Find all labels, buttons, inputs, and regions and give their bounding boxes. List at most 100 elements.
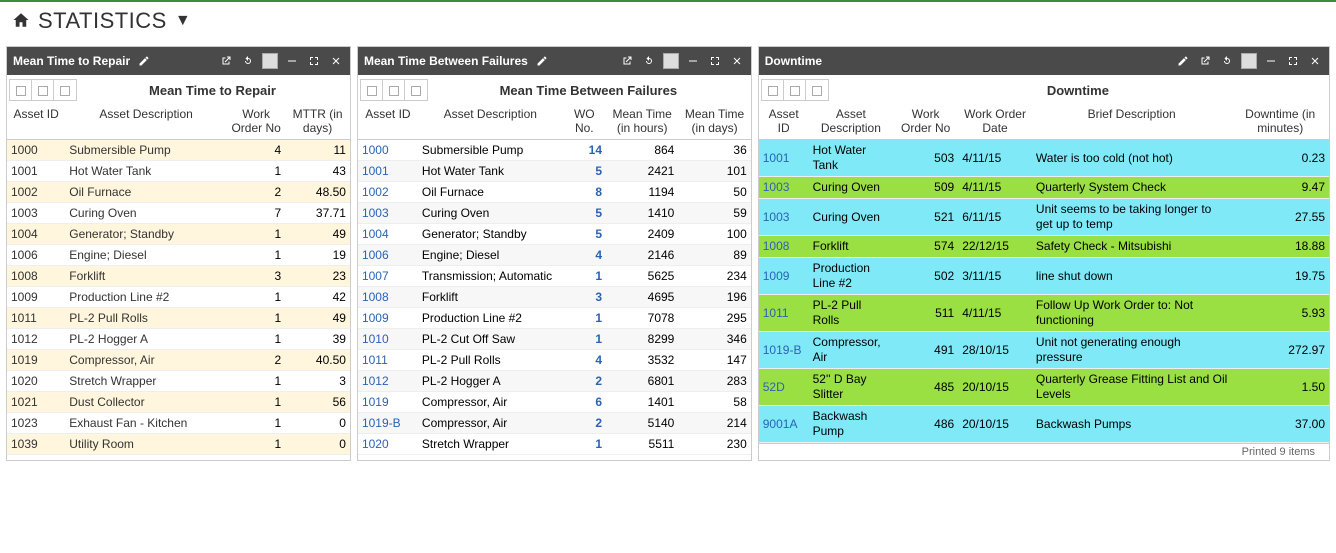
- table-row[interactable]: 52D52'' D Bay Slitter48520/10/15Quarterl…: [759, 369, 1329, 406]
- col-mttr[interactable]: MTTR (in days): [285, 103, 350, 140]
- cell-asset-id[interactable]: 1012: [358, 371, 418, 392]
- expand-icon[interactable]: [306, 53, 322, 69]
- tiny-button[interactable]: [32, 80, 54, 100]
- table-row[interactable]: 1019-BCompressor, Air49128/10/15Unit not…: [759, 332, 1329, 369]
- table-row[interactable]: 1001Hot Water Tank5034/11/15Water is too…: [759, 140, 1329, 177]
- table-row[interactable]: 1009Production Line #25023/11/15line shu…: [759, 258, 1329, 295]
- table-row[interactable]: 1003Curing Oven5094/11/15Quarterly Syste…: [759, 177, 1329, 199]
- popout-icon[interactable]: [218, 53, 234, 69]
- col-asset-desc[interactable]: Asset Description: [65, 103, 227, 140]
- col-brief[interactable]: Brief Description: [1032, 103, 1231, 140]
- expand-icon[interactable]: [707, 53, 723, 69]
- col-asset-desc[interactable]: Asset Description: [809, 103, 894, 140]
- cell-asset-id[interactable]: 1011: [759, 295, 809, 332]
- cell-wo[interactable]: 6: [563, 392, 606, 413]
- close-icon[interactable]: [729, 53, 745, 69]
- table-row[interactable]: 1020Stretch Wrapper15511230: [358, 434, 751, 455]
- downtime-table-wrap[interactable]: Asset ID Asset Description Work Order No…: [759, 103, 1329, 443]
- tiny-button[interactable]: [784, 80, 806, 100]
- cell-asset-id[interactable]: 1011: [358, 350, 418, 371]
- cell-wo[interactable]: 1: [563, 266, 606, 287]
- table-row[interactable]: 1003Curing Oven737.71: [7, 203, 350, 224]
- pencil-icon[interactable]: [1175, 53, 1191, 69]
- table-row[interactable]: 1019-BCompressor, Air25140214: [358, 413, 751, 434]
- cell-asset-id[interactable]: 1003: [759, 199, 809, 236]
- table-row[interactable]: 1008Forklift34695196: [358, 287, 751, 308]
- refresh-icon[interactable]: [240, 53, 256, 69]
- col-asset-desc[interactable]: Asset Description: [418, 103, 563, 140]
- table-row[interactable]: 1019Compressor, Air6140158: [358, 392, 751, 413]
- cell-asset-id[interactable]: 1000: [358, 140, 418, 161]
- col-wo[interactable]: WO No.: [563, 103, 606, 140]
- cell-asset-id[interactable]: 52D: [759, 369, 809, 406]
- cell-asset-id[interactable]: 1007: [358, 266, 418, 287]
- tiny-button[interactable]: [806, 80, 828, 100]
- table-row[interactable]: 9001ABackwash Pump48620/10/15Backwash Pu…: [759, 406, 1329, 443]
- cell-asset-id[interactable]: 1009: [358, 308, 418, 329]
- table-row[interactable]: 1001Hot Water Tank143: [7, 161, 350, 182]
- cell-wo[interactable]: 3: [563, 287, 606, 308]
- cell-asset-id[interactable]: 1003: [358, 203, 418, 224]
- cell-asset-id[interactable]: 1010: [358, 329, 418, 350]
- table-row[interactable]: 1003Curing Oven5216/11/15Unit seems to b…: [759, 199, 1329, 236]
- color-swatch[interactable]: [663, 53, 679, 69]
- table-row[interactable]: 1008Forklift323: [7, 266, 350, 287]
- table-row[interactable]: 1021Dust Collector156: [7, 392, 350, 413]
- table-row[interactable]: 1011PL-2 Pull Rolls149: [7, 308, 350, 329]
- minimize-icon[interactable]: [1263, 53, 1279, 69]
- cell-asset-id[interactable]: 1001: [358, 161, 418, 182]
- table-row[interactable]: 1023Exhaust Fan - Kitchen10: [7, 413, 350, 434]
- table-row[interactable]: 1012PL-2 Hogger A139: [7, 329, 350, 350]
- table-row[interactable]: 1004Generator; Standby149: [7, 224, 350, 245]
- cell-wo[interactable]: 1: [563, 434, 606, 455]
- col-asset-id[interactable]: Asset ID: [7, 103, 65, 140]
- cell-wo[interactable]: 1: [563, 329, 606, 350]
- cell-asset-id[interactable]: 1008: [358, 287, 418, 308]
- col-date[interactable]: Work Order Date: [958, 103, 1032, 140]
- table-row[interactable]: 1011PL-2 Pull Rolls43532147: [358, 350, 751, 371]
- col-asset-id[interactable]: Asset ID: [759, 103, 809, 140]
- table-row[interactable]: 1010PL-2 Cut Off Saw18299346: [358, 329, 751, 350]
- cell-wo[interactable]: 4: [563, 245, 606, 266]
- tiny-button[interactable]: [54, 80, 76, 100]
- table-row[interactable]: 1000Submersible Pump411: [7, 140, 350, 161]
- home-icon[interactable]: [12, 11, 30, 32]
- col-asset-id[interactable]: Asset ID: [358, 103, 418, 140]
- table-row[interactable]: 1003Curing Oven5141059: [358, 203, 751, 224]
- cell-asset-id[interactable]: 1008: [759, 236, 809, 258]
- cell-asset-id[interactable]: 1019: [358, 392, 418, 413]
- cell-wo[interactable]: 5: [563, 161, 606, 182]
- table-row[interactable]: 1000Submersible Pump1486436: [358, 140, 751, 161]
- table-row[interactable]: 1006Engine; Diesel4214689: [358, 245, 751, 266]
- expand-icon[interactable]: [1285, 53, 1301, 69]
- table-row[interactable]: 1009Production Line #2142: [7, 287, 350, 308]
- cell-wo[interactable]: 8: [563, 182, 606, 203]
- cell-wo[interactable]: 5: [563, 224, 606, 245]
- tiny-button[interactable]: [405, 80, 427, 100]
- minimize-icon[interactable]: [284, 53, 300, 69]
- table-row[interactable]: 1008Forklift57422/12/15Safety Check - Mi…: [759, 236, 1329, 258]
- popout-icon[interactable]: [619, 53, 635, 69]
- cell-wo[interactable]: 1: [563, 308, 606, 329]
- table-row[interactable]: 1019Compressor, Air240.50: [7, 350, 350, 371]
- tiny-button[interactable]: [383, 80, 405, 100]
- table-row[interactable]: 1039Utility Room10: [7, 434, 350, 455]
- cell-asset-id[interactable]: 1020: [358, 434, 418, 455]
- pencil-icon[interactable]: [534, 53, 550, 69]
- cell-asset-id[interactable]: 1002: [358, 182, 418, 203]
- close-icon[interactable]: [328, 53, 344, 69]
- tiny-button[interactable]: [361, 80, 383, 100]
- cell-asset-id[interactable]: 9001A: [759, 406, 809, 443]
- col-days[interactable]: Mean Time (in days): [678, 103, 750, 140]
- refresh-icon[interactable]: [641, 53, 657, 69]
- color-swatch[interactable]: [1241, 53, 1257, 69]
- cell-asset-id[interactable]: 1019-B: [358, 413, 418, 434]
- pencil-icon[interactable]: [136, 53, 152, 69]
- col-dt[interactable]: Downtime (in minutes): [1231, 103, 1329, 140]
- cell-wo[interactable]: 2: [563, 413, 606, 434]
- table-row[interactable]: 1006Engine; Diesel119: [7, 245, 350, 266]
- table-row[interactable]: 1001Hot Water Tank52421101: [358, 161, 751, 182]
- minimize-icon[interactable]: [685, 53, 701, 69]
- cell-asset-id[interactable]: 1004: [358, 224, 418, 245]
- popout-icon[interactable]: [1197, 53, 1213, 69]
